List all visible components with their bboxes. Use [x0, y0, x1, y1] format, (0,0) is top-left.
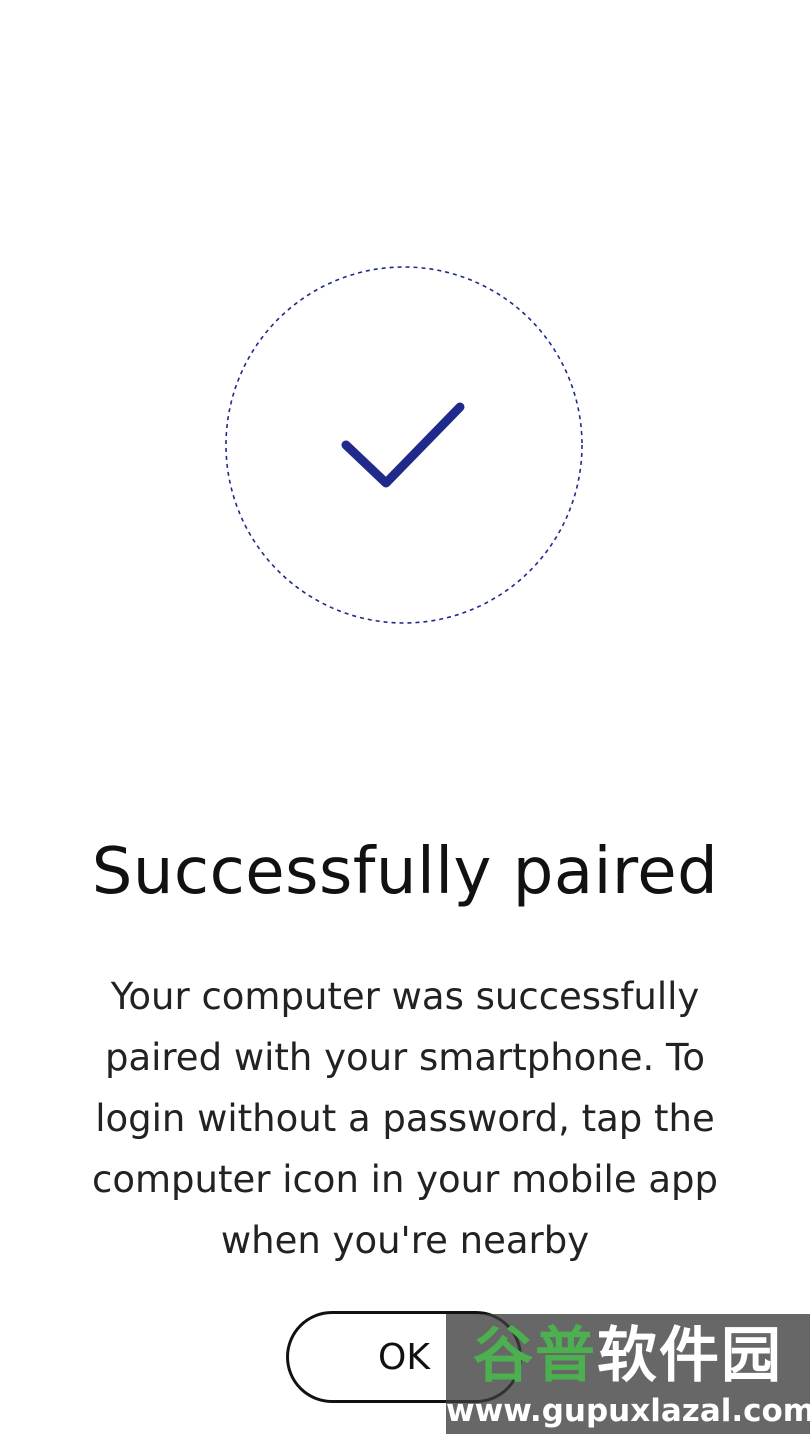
watermark-logo-part2: 软件园	[597, 1321, 783, 1391]
checkmark-icon	[225, 266, 583, 624]
watermark-overlay: 谷普软件园 www.gupuxlazal.com	[446, 1314, 810, 1434]
watermark-logo-part1: 谷普	[473, 1321, 597, 1391]
watermark-logo: 谷普软件园	[446, 1320, 810, 1392]
success-badge	[224, 265, 584, 625]
watermark-url: www.gupuxlazal.com	[446, 1393, 810, 1429]
success-message: Your computer was successfully paired wi…	[91, 975, 719, 1262]
pairing-success-screen: Successfully paired Your computer was su…	[0, 0, 810, 1440]
page-title: Successfully paired	[91, 835, 719, 909]
